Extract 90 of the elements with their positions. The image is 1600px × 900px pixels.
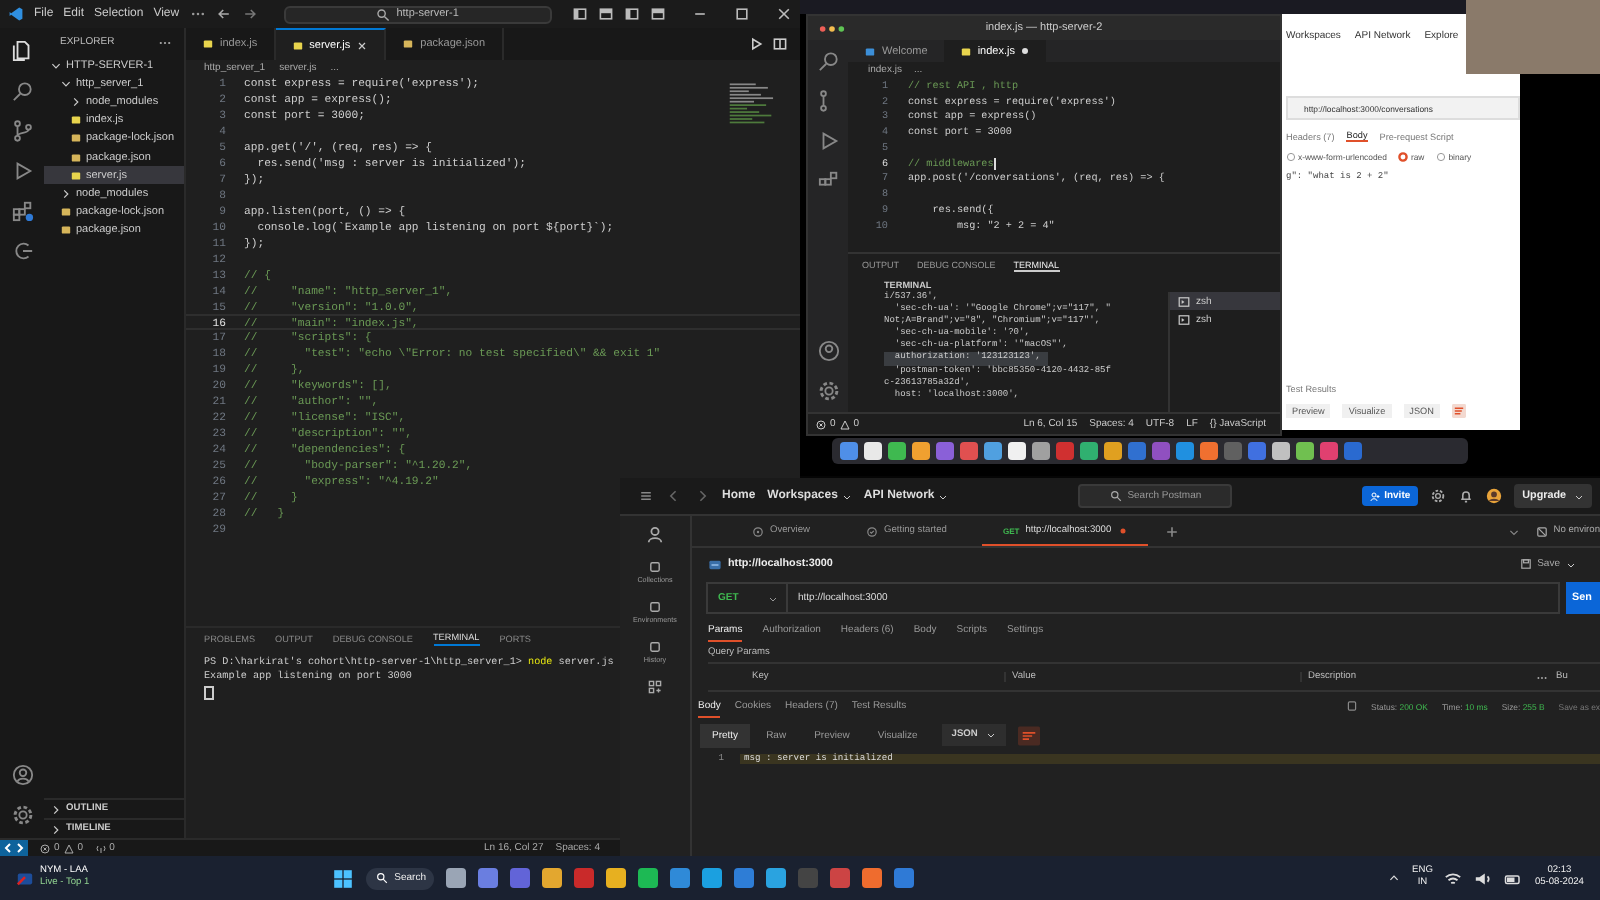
wrap-lines-icon[interactable] <box>1017 725 1040 745</box>
taskbar-app-icon[interactable] <box>670 868 691 888</box>
search-icon <box>1109 490 1122 502</box>
request-icon <box>708 557 722 571</box>
start-icon[interactable] <box>332 867 355 889</box>
taskbar-app-icon[interactable] <box>638 868 659 888</box>
remote-icon[interactable] <box>11 240 33 262</box>
bell-icon[interactable] <box>1458 488 1475 504</box>
source-control-icon[interactable] <box>11 120 33 142</box>
taskbar-app-icon[interactable] <box>478 868 499 888</box>
radio-icon <box>1398 152 1409 162</box>
add-tab-icon[interactable] <box>1163 523 1180 539</box>
layout-icon[interactable] <box>572 6 588 22</box>
radio-icon <box>1286 152 1296 162</box>
close-icon[interactable] <box>776 6 792 22</box>
user-icon[interactable] <box>646 526 664 544</box>
search-icon <box>376 872 389 884</box>
taskbar-app-icon[interactable] <box>606 868 627 888</box>
run-debug-icon[interactable] <box>817 130 839 152</box>
settings-icon[interactable] <box>11 804 33 826</box>
add-user-icon <box>1370 491 1381 501</box>
extensions-icon[interactable] <box>11 200 33 222</box>
error-icon <box>816 419 826 429</box>
layout-icon[interactable] <box>650 6 666 22</box>
warning-icon <box>63 843 74 853</box>
files-icon[interactable] <box>11 40 33 62</box>
terminal-icon <box>1178 313 1190 325</box>
target-icon <box>752 525 764 537</box>
taskbar-app-icon[interactable] <box>542 868 563 888</box>
save-icon <box>1519 558 1532 570</box>
back-arrow-icon[interactable] <box>215 6 232 22</box>
sports-logo-icon[interactable] <box>16 869 34 887</box>
file-icon <box>864 45 876 57</box>
settings-icon[interactable] <box>1430 488 1447 504</box>
sidebar-icon <box>647 560 662 574</box>
history-icon[interactable] <box>1345 700 1358 712</box>
file-icon <box>959 45 972 57</box>
radio-icon <box>1436 152 1447 162</box>
taskbar-app-icon[interactable] <box>446 868 467 888</box>
account-icon[interactable] <box>817 340 839 362</box>
sidebar-icon <box>647 600 662 614</box>
settings-icon[interactable] <box>817 380 839 402</box>
remote-indicator-icon[interactable] <box>0 840 28 856</box>
run-debug-icon[interactable] <box>11 160 33 182</box>
antenna-icon <box>95 843 106 853</box>
file-icon <box>202 38 214 50</box>
split-editor-icon[interactable] <box>772 36 788 52</box>
wifi-icon[interactable] <box>1444 869 1463 887</box>
file-icon <box>291 39 304 51</box>
layout-icon[interactable] <box>624 6 640 22</box>
check-circle-icon <box>866 525 878 537</box>
error-icon <box>40 843 50 853</box>
taskbar-app-icon[interactable] <box>830 868 851 888</box>
wrap-icon[interactable] <box>1451 404 1466 418</box>
vscode-logo-icon <box>8 6 24 22</box>
maximize-icon[interactable] <box>734 6 750 22</box>
menu-icon[interactable] <box>638 488 654 504</box>
no-environment-icon <box>1535 525 1548 537</box>
taskbar-app-icon[interactable] <box>734 868 755 888</box>
forward-arrow-icon[interactable] <box>241 6 258 22</box>
caret-icon[interactable] <box>1507 525 1520 537</box>
taskbar-app-icon[interactable] <box>894 868 915 888</box>
file-icon <box>402 38 415 50</box>
layout-icon[interactable] <box>598 6 614 22</box>
taskbar-app-icon[interactable] <box>862 868 883 888</box>
search-icon <box>376 7 391 21</box>
search-icon[interactable] <box>11 80 33 102</box>
warning-icon <box>839 419 850 429</box>
close-icon[interactable] <box>356 39 369 51</box>
taskbar-app-icon[interactable] <box>702 868 723 888</box>
extensions-icon[interactable] <box>817 170 839 192</box>
chevron-up-icon[interactable] <box>1388 872 1401 884</box>
account-icon[interactable] <box>11 764 33 786</box>
search-icon[interactable] <box>817 50 839 72</box>
battery-icon[interactable] <box>1504 869 1523 887</box>
terminal-icon <box>1178 295 1190 307</box>
taskbar-app-icon[interactable] <box>510 868 531 888</box>
window-controls-icon[interactable] <box>818 23 846 33</box>
run-icon[interactable] <box>748 36 764 52</box>
unsaved-dot-icon <box>1117 525 1128 535</box>
terminal-cursor <box>204 686 214 700</box>
taskbar-app-icon[interactable] <box>766 868 787 888</box>
chevron-icon <box>60 187 72 200</box>
video-placeholder <box>1466 0 1600 74</box>
avatar-icon[interactable] <box>1486 488 1503 504</box>
apps-icon[interactable] <box>648 680 662 694</box>
speaker-icon[interactable] <box>1474 869 1493 887</box>
unsaved-dot-icon <box>1020 46 1031 56</box>
text-cursor <box>993 157 996 170</box>
sidebar-icon <box>648 640 662 654</box>
